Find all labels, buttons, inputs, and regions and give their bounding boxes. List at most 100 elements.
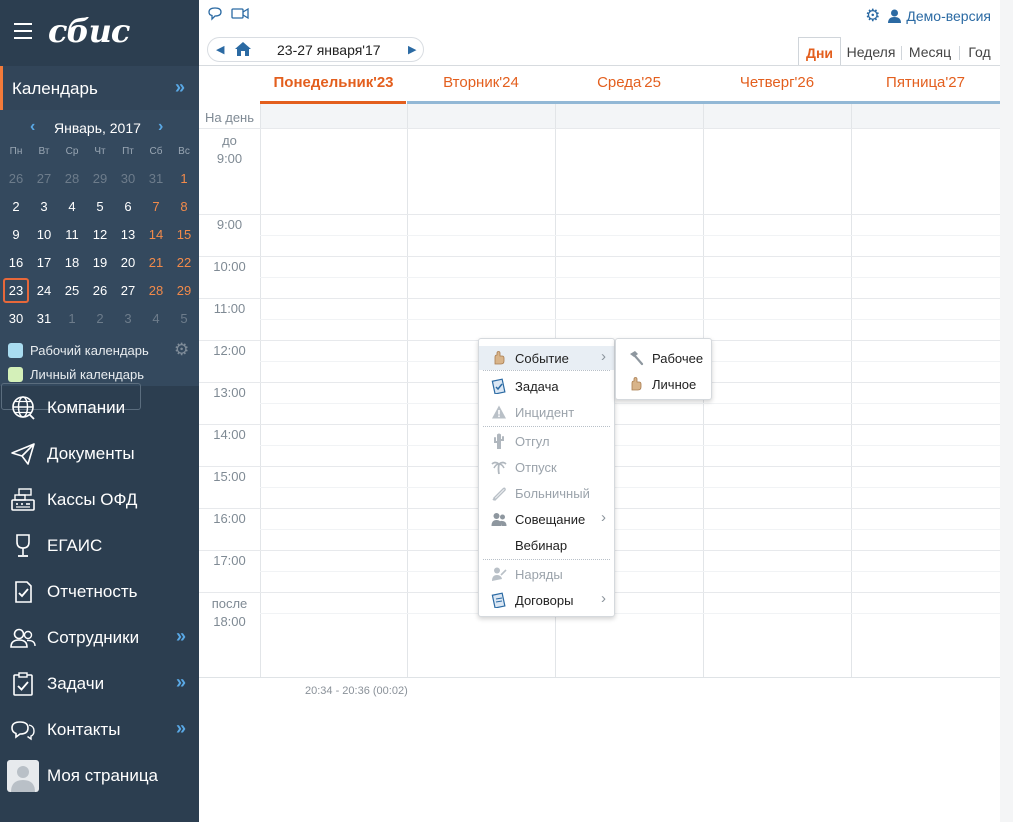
mini-calendar-day[interactable]: 21 (143, 250, 169, 275)
weekday-label: Пн (9, 146, 23, 157)
palm-icon (491, 459, 507, 475)
mini-calendar-day[interactable]: 28 (143, 278, 169, 303)
mini-calendar-day[interactable]: 22 (171, 250, 197, 275)
mini-calendar-day[interactable]: 9 (3, 222, 29, 247)
chat-icon[interactable] (207, 6, 251, 22)
scrollbar[interactable] (1000, 0, 1013, 822)
prev-period-icon[interactable]: ◀ (216, 43, 224, 56)
clipboard-check-icon (10, 671, 36, 697)
day-column-header[interactable]: Среда'25 (555, 74, 703, 104)
mini-calendar-day[interactable]: 2 (3, 194, 29, 219)
mini-calendar-day[interactable]: 13 (115, 222, 141, 247)
menu-icon[interactable] (14, 23, 32, 39)
sidebar-item-clipboard-check[interactable]: Задачи » (0, 661, 199, 707)
mini-calendar-day[interactable]: 19 (87, 250, 113, 275)
mini-calendar-day[interactable]: 18 (59, 250, 85, 275)
mini-calendar-day[interactable]: 10 (31, 222, 57, 247)
tab-view-2[interactable]: Месяц (901, 37, 959, 65)
calendar-source-work[interactable]: Рабочий календарь (8, 343, 149, 358)
mini-calendar-day[interactable]: 30 (115, 166, 141, 191)
mini-calendar-day[interactable]: 25 (59, 278, 85, 303)
mini-calendar-day[interactable]: 20 (115, 250, 141, 275)
day-column-header[interactable]: Четверг'26 (703, 74, 851, 104)
tab-view-0[interactable]: Дни (798, 37, 841, 65)
app-logo[interactable]: сбис (48, 12, 130, 50)
day-column-header[interactable]: Пятница'27 (851, 74, 1000, 104)
day-column-header[interactable]: Вторник'24 (407, 74, 555, 104)
mini-calendar-day[interactable]: 29 (171, 278, 197, 303)
menu-item-contracts[interactable]: Договоры › (479, 588, 614, 612)
calendar-settings-icon[interactable]: ⚙ (174, 340, 189, 360)
mini-calendar-day[interactable]: 11 (59, 222, 85, 247)
warning-icon (491, 404, 507, 420)
mini-calendar-day[interactable]: 4 (59, 194, 85, 219)
mini-calendar-day[interactable]: 28 (59, 166, 85, 191)
sidebar-item-calendar[interactable]: Календарь » (0, 66, 199, 110)
next-month-icon[interactable]: › (158, 118, 163, 136)
mini-calendar-day[interactable]: 1 (171, 166, 197, 191)
sidebar-item-wine-glass[interactable]: ЕГАИС (0, 523, 199, 569)
mini-calendar-day[interactable]: 6 (115, 194, 141, 219)
mini-calendar-day[interactable]: 7 (143, 194, 169, 219)
menu-item-label: Задача (515, 379, 559, 394)
double-chevron-right-icon[interactable]: » (175, 77, 185, 98)
hour-label: 11:00 (213, 301, 246, 316)
tab-view-3[interactable]: Год (959, 37, 1000, 65)
sidebar-item-chat-bubbles[interactable]: Контакты » (0, 707, 199, 753)
mini-calendar-day[interactable]: 15 (171, 222, 197, 247)
sidebar-item-globe[interactable]: Компании (0, 385, 199, 431)
menu-item-event[interactable]: Событие › (479, 346, 614, 370)
submenu-item-work[interactable]: Рабочее (616, 346, 711, 370)
mini-calendar-day[interactable]: 14 (143, 222, 169, 247)
sidebar-item-report-check[interactable]: Отчетность (0, 569, 199, 615)
menu-item-webinar[interactable]: Вебинар (479, 533, 614, 557)
mini-calendar-day[interactable]: 24 (31, 278, 57, 303)
mini-calendar-day[interactable]: 12 (87, 222, 113, 247)
tab-view-1[interactable]: Неделя (841, 37, 901, 65)
mini-calendar-day[interactable]: 30 (3, 306, 29, 331)
mini-calendar-day[interactable]: 26 (87, 278, 113, 303)
mini-calendar-day[interactable]: 4 (143, 306, 169, 331)
sidebar-item-cash-register[interactable]: Кассы ОФД (0, 477, 199, 523)
mini-calendar-day[interactable]: 31 (143, 166, 169, 191)
mini-calendar-day[interactable]: 3 (31, 194, 57, 219)
sidebar-item-people[interactable]: Сотрудники » (0, 615, 199, 661)
day-column-header[interactable]: Понедельник'23 (260, 74, 407, 104)
date-range[interactable]: 23-27 января'17 (277, 42, 381, 58)
mini-calendar-day[interactable]: 17 (31, 250, 57, 275)
home-icon[interactable] (234, 41, 252, 57)
sidebar-item-paper-plane[interactable]: Документы (0, 431, 199, 477)
mini-calendar-day[interactable]: 2 (87, 306, 113, 331)
next-period-icon[interactable]: ▶ (408, 43, 416, 56)
menu-item-incident: Инцидент (479, 400, 614, 424)
menu-item-task[interactable]: Задача (479, 374, 614, 398)
settings-gear-icon[interactable]: ⚙ (865, 6, 880, 25)
all-day-row[interactable] (261, 104, 1000, 128)
mini-calendar-day[interactable]: 16 (3, 250, 29, 275)
mini-calendar-day[interactable]: 26 (3, 166, 29, 191)
mini-calendar-day[interactable]: 5 (87, 194, 113, 219)
sidebar-item-avatar[interactable]: Моя страница (0, 753, 199, 799)
mini-calendar-day[interactable]: 31 (31, 306, 57, 331)
calendar-source-personal[interactable]: Личный календарь (8, 367, 144, 382)
mini-calendar-day[interactable]: 27 (115, 278, 141, 303)
mini-calendar-day[interactable]: 29 (87, 166, 113, 191)
sidebar-item-label: Компании (47, 398, 126, 417)
half-hour-line (260, 319, 1000, 320)
mini-calendar-day[interactable]: 5 (171, 306, 197, 331)
double-chevron-right-icon[interactable]: » (176, 626, 186, 647)
submenu-item-personal[interactable]: Личное (616, 372, 711, 396)
mini-calendar-day[interactable]: 27 (31, 166, 57, 191)
mini-calendar-day[interactable]: 3 (115, 306, 141, 331)
hour-label: 14:00 (213, 427, 246, 442)
mini-calendar-day[interactable]: 8 (171, 194, 197, 219)
globe-icon (10, 395, 36, 421)
double-chevron-right-icon[interactable]: » (176, 672, 186, 693)
menu-item-meeting[interactable]: Совещание › (479, 507, 614, 531)
double-chevron-right-icon[interactable]: » (176, 718, 186, 739)
demo-account[interactable]: ⚙ Демо-версия (865, 6, 991, 26)
prev-month-icon[interactable]: ‹ (30, 118, 35, 136)
menu-item-work-orders: Наряды (479, 562, 614, 586)
mini-calendar-day[interactable]: 23 (3, 278, 29, 303)
mini-calendar-day[interactable]: 1 (59, 306, 85, 331)
